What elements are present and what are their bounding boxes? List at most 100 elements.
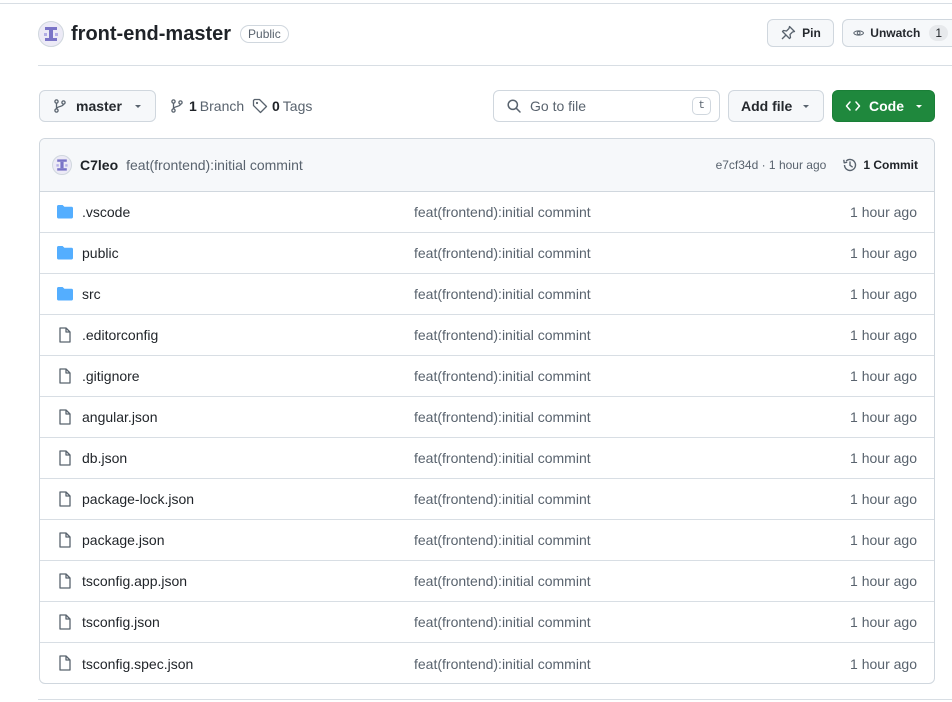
git-branch-icon: [54, 99, 66, 113]
folder-icon: [56, 286, 74, 302]
file-commit-message[interactable]: feat(frontend):initial commint: [414, 491, 591, 507]
file-commit-message[interactable]: feat(frontend):initial commint: [414, 368, 591, 384]
commits-history-link[interactable]: 1 Commit: [842, 157, 918, 173]
file-icon: [56, 450, 74, 466]
file-icon: [56, 573, 74, 589]
chevron-down-icon: [135, 105, 141, 108]
file-row[interactable]: .vscode feat(frontend):initial commint 1 h…: [40, 192, 934, 233]
branch-name: master: [76, 98, 122, 114]
file-name-link[interactable]: public: [82, 245, 119, 261]
commit-author[interactable]: C7leo: [80, 157, 118, 173]
commit-message[interactable]: feat(frontend):initial commint: [126, 157, 303, 173]
file-icon: [56, 327, 74, 343]
file-name-link[interactable]: package.json: [82, 532, 165, 548]
tag-icon: [252, 98, 268, 114]
file-commit-message[interactable]: feat(frontend):initial commint: [414, 573, 591, 589]
pin-icon: [781, 25, 796, 40]
file-commit-time: 1 hour ago: [850, 245, 917, 261]
file-row[interactable]: tsconfig.json feat(frontend):initial comm…: [40, 602, 934, 643]
file-name-link[interactable]: db.json: [82, 450, 127, 466]
file-icon: [56, 368, 74, 384]
file-commit-message[interactable]: feat(frontend):initial commint: [414, 614, 591, 630]
chevron-down-icon: [803, 105, 809, 108]
file-icon: [56, 409, 74, 425]
file-name-link[interactable]: package-lock.json: [82, 491, 194, 507]
file-name-link[interactable]: .vscode: [82, 204, 130, 220]
code-icon: [845, 101, 861, 111]
tags-count: 0: [272, 98, 280, 114]
commits-count-label: 1 Commit: [863, 158, 918, 172]
git-branch-icon: [171, 99, 183, 113]
branches-link[interactable]: 1 Branch: [169, 90, 244, 122]
folder-icon: [56, 245, 74, 261]
tags-link[interactable]: 0 Tags: [252, 90, 312, 122]
file-commit-time: 1 hour ago: [850, 450, 917, 466]
file-commit-time: 1 hour ago: [850, 655, 917, 672]
bottom-divider: [38, 699, 952, 700]
branch-select-button[interactable]: master: [39, 90, 156, 122]
file-row[interactable]: tsconfig.spec.json feat(frontend):initial…: [40, 643, 934, 683]
file-commit-message[interactable]: feat(frontend):initial commint: [414, 204, 591, 220]
file-name-link[interactable]: src: [82, 286, 101, 302]
commit-hash-time[interactable]: e7cf34d · 1 hour ago: [716, 158, 827, 172]
file-icon: [56, 491, 74, 507]
repo-owner-avatar[interactable]: [38, 21, 64, 47]
folder-icon: [56, 204, 74, 220]
go-to-file-input[interactable]: [530, 98, 680, 114]
identicon-icon: [44, 27, 58, 41]
file-row[interactable]: tsconfig.app.json feat(frontend):initial …: [40, 561, 934, 602]
identicon-icon: [56, 159, 68, 171]
file-list: .vscode feat(frontend):initial commint 1 h…: [40, 192, 934, 683]
file-row[interactable]: package-lock.json feat(frontend):initial …: [40, 479, 934, 520]
commit-author-avatar[interactable]: [52, 155, 72, 175]
file-name-link[interactable]: angular.json: [82, 409, 158, 425]
file-commit-time: 1 hour ago: [850, 286, 917, 302]
file-commit-message[interactable]: feat(frontend):initial commint: [414, 286, 591, 302]
code-label: Code: [869, 98, 904, 114]
go-to-file-search[interactable]: t: [493, 90, 720, 122]
pin-button[interactable]: Pin: [767, 19, 834, 47]
file-commit-time: 1 hour ago: [850, 204, 917, 220]
tags-label: Tags: [282, 98, 313, 114]
file-row[interactable]: db.json feat(frontend):initial commint 1 h…: [40, 438, 934, 479]
file-row[interactable]: .gitignore feat(frontend):initial commint…: [40, 356, 934, 397]
file-commit-time: 1 hour ago: [850, 573, 917, 589]
file-row[interactable]: package.json feat(frontend):initial commi…: [40, 520, 934, 561]
file-commit-message[interactable]: feat(frontend):initial commint: [414, 656, 591, 672]
top-divider: [0, 3, 952, 4]
file-row[interactable]: angular.json feat(frontend):initial commi…: [40, 397, 934, 438]
eye-icon: [853, 30, 865, 36]
search-shortcut-hint: t: [692, 97, 711, 115]
file-row[interactable]: src feat(frontend):initial commint 1 hour …: [40, 274, 934, 315]
file-name-link[interactable]: .editorconfig: [82, 327, 158, 343]
file-commit-time: 1 hour ago: [850, 409, 917, 425]
file-commit-message[interactable]: feat(frontend):initial commint: [414, 409, 591, 425]
repo-toolbar: master 1 Branch 0 Tags t Add file: [39, 90, 935, 122]
latest-commit-bar: C7leo feat(frontend):initial commint e7c…: [40, 139, 934, 192]
add-file-button[interactable]: Add file: [728, 90, 824, 122]
file-commit-message[interactable]: feat(frontend):initial commint: [414, 245, 591, 261]
file-commit-time: 1 hour ago: [850, 368, 917, 384]
branches-count: 1: [189, 98, 197, 114]
unwatch-button[interactable]: Unwatch 1: [842, 19, 952, 47]
repo-actions: Pin Unwatch 1: [767, 19, 952, 47]
repo-name[interactable]: front-end-master: [71, 23, 231, 46]
file-commit-message[interactable]: feat(frontend):initial commint: [414, 450, 591, 466]
file-commit-time: 1 hour ago: [850, 614, 917, 630]
file-row[interactable]: .editorconfig feat(frontend):initial comm…: [40, 315, 934, 356]
file-commit-message[interactable]: feat(frontend):initial commint: [414, 532, 591, 548]
file-commit-message[interactable]: feat(frontend):initial commint: [414, 327, 591, 343]
file-row[interactable]: public feat(frontend):initial commint 1 ho…: [40, 233, 934, 274]
header-divider: [38, 65, 952, 66]
add-file-label: Add file: [741, 98, 793, 114]
file-icon: [56, 655, 74, 671]
chevron-down-icon: [916, 105, 922, 108]
file-icon: [56, 532, 74, 548]
file-commit-time: 1 hour ago: [850, 327, 917, 343]
file-name-link[interactable]: tsconfig.spec.json: [82, 656, 193, 672]
file-name-link[interactable]: tsconfig.json: [82, 614, 160, 630]
file-name-link[interactable]: .gitignore: [82, 368, 140, 384]
code-button[interactable]: Code: [832, 90, 935, 122]
history-icon: [843, 158, 857, 172]
file-name-link[interactable]: tsconfig.app.json: [82, 573, 187, 589]
